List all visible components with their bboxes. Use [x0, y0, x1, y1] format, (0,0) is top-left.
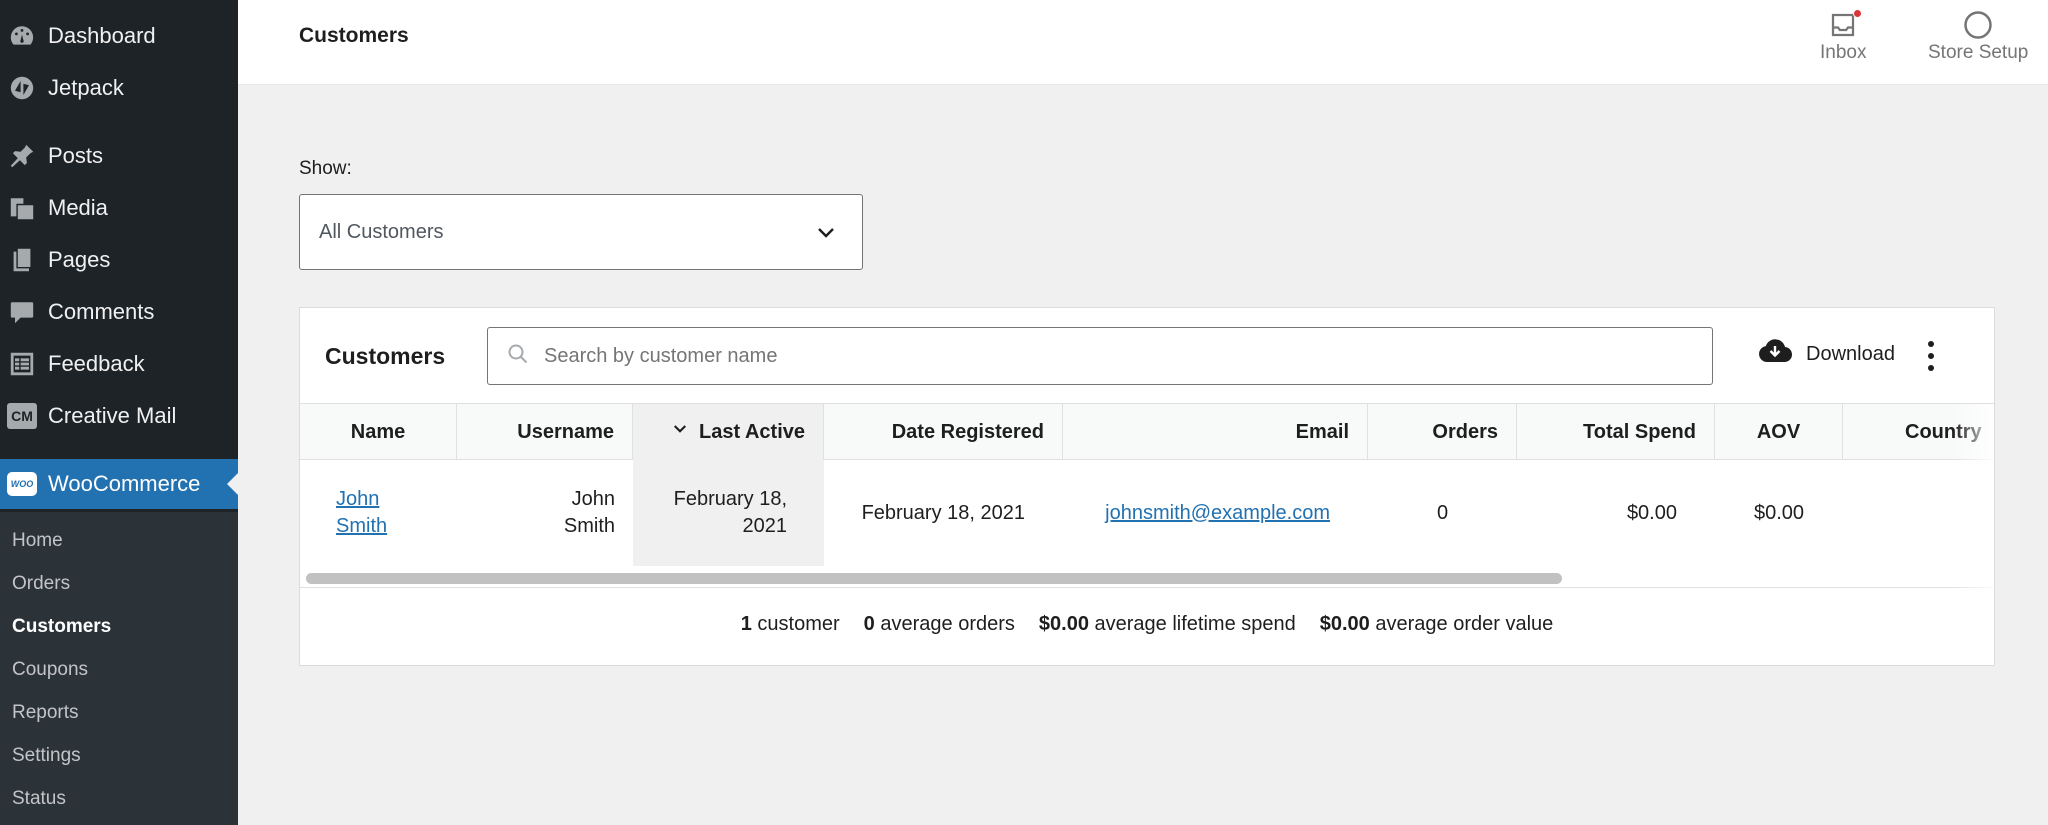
page-title: Customers [299, 24, 409, 47]
download-button[interactable]: Download [1758, 338, 1895, 370]
sidebar-item-label: Jetpack [48, 75, 124, 100]
sidebar-item-jetpack[interactable]: Jetpack [0, 63, 238, 113]
sidebar-item-label: Creative Mail [48, 403, 177, 428]
media-icon [5, 193, 39, 223]
notification-dot [1853, 9, 1863, 18]
store-setup-button[interactable]: Store Setup [1928, 8, 2028, 74]
inbox-button[interactable]: Inbox [1820, 8, 1866, 74]
cell-email: johnsmith@example.com [1063, 460, 1368, 566]
comment-icon [5, 297, 39, 327]
table-title: Customers [325, 343, 446, 369]
show-filter-label: Show: [299, 158, 352, 179]
summary-avg-order-value: $0.00 average order value [1319, 612, 1554, 635]
column-header-aov[interactable]: AOV [1715, 404, 1843, 460]
submenu-item-status[interactable]: Status [12, 788, 66, 810]
sidebar-item-label: Pages [48, 247, 111, 272]
column-header-orders[interactable]: Orders [1368, 404, 1517, 460]
submenu-item-reports[interactable]: Reports [12, 702, 79, 724]
woocommerce-icon: WOO [5, 469, 39, 499]
chevron-down-icon [814, 221, 838, 251]
selected-filter-value: All Customers [319, 220, 444, 243]
sidebar-item-creative-mail[interactable]: CM Creative Mail [0, 391, 238, 441]
page-header: Customers Inbox Store Setup [238, 0, 2048, 85]
sidebar-item-posts[interactable]: Posts [0, 131, 238, 181]
sidebar-item-dashboard[interactable]: Dashboard [0, 11, 238, 61]
column-header-username[interactable]: Username [457, 404, 633, 460]
summary-avg-lifetime-spend: $0.00 average lifetime spend [1038, 612, 1296, 635]
submenu-item-orders[interactable]: Orders [12, 573, 70, 595]
cell-last-active: February 18, 2021 [633, 460, 824, 566]
sidebar-item-label: Dashboard [48, 23, 156, 48]
submenu-item-coupons[interactable]: Coupons [12, 659, 88, 681]
column-header-last-active[interactable]: Last Active [633, 404, 824, 460]
table-card-header: Customers Download [300, 308, 1994, 404]
search-input[interactable] [544, 344, 1644, 368]
summary-avg-orders: 0 average orders [863, 612, 1015, 635]
active-menu-arrow [227, 473, 238, 495]
cell-date-registered: February 18, 2021 [861, 501, 1025, 524]
table-header: Name Username Last Active Date Registere… [300, 404, 1994, 460]
more-options-icon[interactable] [1926, 338, 1936, 374]
admin-sidebar: Dashboard Jetpack Posts Media Pages Comm… [0, 0, 238, 825]
sidebar-item-label: Feedback [48, 351, 145, 376]
sidebar-item-pages[interactable]: Pages [0, 235, 238, 285]
feedback-icon [5, 349, 39, 379]
sidebar-item-label: Comments [48, 299, 155, 324]
customers-filter-select[interactable]: All Customers [299, 194, 863, 270]
sidebar-item-media[interactable]: Media [0, 183, 238, 233]
table-row: John Smith John Smith February 18, 2021 Feb… [300, 460, 1994, 566]
column-header-date-registered[interactable]: Date Registered [824, 404, 1063, 460]
sidebar-item-feedback[interactable]: Feedback [0, 339, 238, 389]
cell-username: John Smith [563, 488, 615, 537]
cloud-download-icon [1758, 338, 1793, 370]
sidebar-item-label: Posts [48, 143, 104, 168]
customer-search-box[interactable] [487, 327, 1713, 385]
dashboard-icon [5, 21, 39, 51]
cell-aov: $0.00 [1753, 501, 1805, 524]
summary-customers: 1 customer [740, 612, 840, 635]
cell-country [1843, 460, 1994, 566]
progress-circle-icon [1963, 8, 1993, 42]
sidebar-item-woocommerce[interactable]: WOO WooCommerce [0, 459, 238, 509]
pin-icon [5, 141, 39, 171]
cell-name: John Smith [318, 460, 457, 566]
column-header-name[interactable]: Name [300, 404, 457, 460]
column-header-email[interactable]: Email [1063, 404, 1368, 460]
table-summary: 1 customer 0 average orders $0.00 averag… [300, 604, 1994, 644]
cm-badge: CM [7, 403, 37, 429]
sidebar-item-label: Media [48, 195, 108, 220]
horizontal-scrollbar[interactable] [300, 566, 1994, 588]
column-header-country[interactable]: Country [1843, 404, 1994, 460]
submenu-item-customers[interactable]: Customers [12, 616, 111, 638]
column-header-total-spend[interactable]: Total Spend [1517, 404, 1715, 460]
sidebar-item-label: WooCommerce [48, 471, 201, 496]
jetpack-icon [5, 73, 39, 103]
inbox-label: Inbox [1820, 42, 1867, 63]
creative-mail-icon: CM [5, 401, 39, 431]
store-setup-label: Store Setup [1928, 42, 2029, 63]
sort-descending-icon [671, 420, 689, 444]
submenu-item-home[interactable]: Home [12, 530, 63, 552]
sidebar-item-comments[interactable]: Comments [0, 287, 238, 337]
pages-icon [5, 245, 39, 275]
customers-table-card: Customers Download Name Username Last Ac… [299, 307, 1995, 666]
scrollbar-thumb[interactable] [306, 573, 1562, 584]
woo-badge: WOO [7, 472, 37, 496]
search-icon [506, 342, 530, 371]
submenu-item-settings[interactable]: Settings [12, 745, 81, 767]
cell-orders: 0 [1436, 501, 1449, 524]
download-label: Download [1806, 342, 1895, 365]
customer-email-link[interactable]: johnsmith@example.com [1105, 500, 1330, 527]
cell-total-spend: $0.00 [1626, 501, 1677, 524]
inbox-icon [1828, 8, 1863, 42]
customer-name-link[interactable]: John Smith [336, 486, 387, 540]
